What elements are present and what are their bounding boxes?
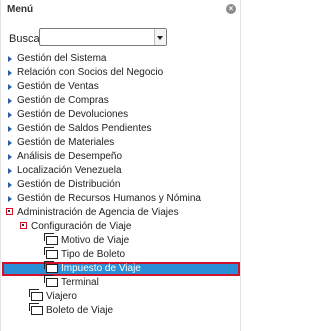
expand-arrow-icon[interactable] — [8, 126, 12, 132]
chevron-down-icon[interactable] — [154, 29, 166, 45]
expand-arrow-icon[interactable] — [8, 56, 12, 62]
expand-arrow-icon[interactable] — [8, 70, 12, 76]
expand-arrow-icon[interactable] — [8, 112, 12, 118]
tree-leaf-label: Motivo de Viaje — [61, 235, 130, 246]
menu-panel: Menú × Buscar: Gestión del Sistema Relac… — [0, 0, 241, 331]
tree-item-label: Gestión de Distribución — [17, 179, 121, 190]
tree-item-label: Gestión del Sistema — [17, 53, 107, 64]
window-icon — [29, 303, 43, 315]
tree-item-label: Gestión de Ventas — [17, 81, 99, 92]
close-icon[interactable]: × — [226, 4, 236, 14]
tree-item-label: Configuración de Viaje — [31, 221, 132, 232]
window-icon — [29, 289, 43, 301]
tree-leaf-label: Terminal — [61, 277, 99, 288]
tree-leaf-label: Tipo de Boleto — [61, 249, 126, 260]
expand-arrow-icon[interactable] — [8, 84, 12, 90]
expand-arrow-icon[interactable] — [8, 154, 12, 160]
tree-item-label: Gestión de Saldos Pendientes — [17, 123, 152, 134]
window-icon — [44, 275, 58, 287]
tree-item-label: Gestión de Devoluciones — [17, 109, 129, 120]
window-icon — [44, 247, 58, 259]
menu-title: Menú — [7, 4, 34, 15]
tree-item-label: Gestión de Recursos Humanos y Nómina — [17, 193, 201, 204]
tree-leaf-label: Impuesto de Viaje — [61, 263, 141, 274]
expand-arrow-icon[interactable] — [8, 98, 12, 104]
tree-leaf-label: Boleto de Viaje — [46, 305, 114, 316]
collapse-icon[interactable] — [20, 222, 27, 229]
expand-arrow-icon[interactable] — [8, 140, 12, 146]
tree-item-label: Relación con Socios del Negocio — [17, 67, 164, 78]
expand-arrow-icon[interactable] — [8, 196, 12, 202]
menu-header: Menú × — [1, 0, 240, 22]
tree-leaf-label: Viajero — [46, 291, 77, 302]
collapse-icon[interactable] — [6, 208, 13, 215]
tree-item-label: Gestión de Compras — [17, 95, 109, 106]
window-icon — [44, 261, 58, 273]
search-select[interactable] — [39, 28, 167, 46]
expand-arrow-icon[interactable] — [8, 182, 12, 188]
tree-item-label: Localización Venezuela — [17, 165, 122, 176]
window-icon — [44, 233, 58, 245]
tree-item-label: Gestión de Materiales — [17, 137, 115, 148]
tree-item-label: Administración de Agencia de Viajes — [17, 207, 179, 218]
expand-arrow-icon[interactable] — [8, 168, 12, 174]
tree-item-label: Análisis de Desempeño — [17, 151, 123, 162]
